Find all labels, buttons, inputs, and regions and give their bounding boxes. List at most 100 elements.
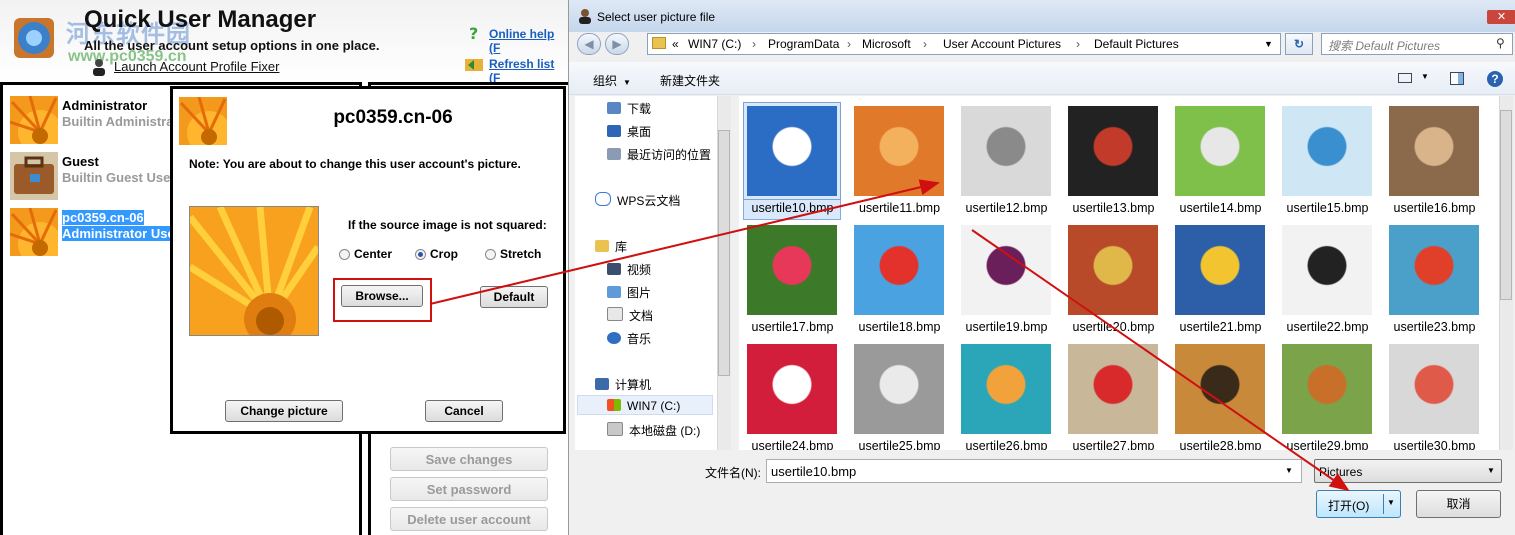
set-password-button[interactable]: Set password — [390, 477, 548, 501]
delete-user-button[interactable]: Delete user account — [390, 507, 548, 531]
user-name: Administrator — [62, 98, 148, 113]
file-name: usertile22.bmp — [1286, 320, 1369, 334]
file-name: usertile19.bmp — [965, 320, 1048, 334]
default-button[interactable]: Default — [480, 286, 548, 308]
search-input[interactable]: 搜索 Default Pictures ⚲ — [1321, 33, 1513, 55]
breadcrumb-item[interactable]: ProgramData — [768, 37, 839, 51]
nav-label: 下载 — [627, 102, 652, 116]
search-placeholder: 搜索 Default Pictures — [1328, 39, 1441, 53]
chevron-down-icon[interactable]: ▼ — [1264, 39, 1273, 49]
radio-circle — [415, 249, 426, 260]
file-name: usertile21.bmp — [1179, 320, 1262, 334]
person-icon — [579, 9, 591, 24]
breadcrumb-item[interactable]: Microsoft — [862, 37, 911, 51]
save-changes-button[interactable]: Save changes — [390, 447, 548, 471]
thumbnail-image — [1389, 225, 1479, 315]
nav-item-recent[interactable]: 最近访问的位置 — [607, 146, 711, 163]
breadcrumb-item[interactable]: Default Pictures — [1094, 37, 1179, 51]
quick-user-manager-window: 河东软件园 Quick User Manager All the user ac… — [0, 0, 568, 535]
thumbnail-image — [1175, 225, 1265, 315]
thumbnail-image — [1282, 225, 1372, 315]
nav-item-computer[interactable]: 计算机 — [595, 376, 651, 393]
address-bar[interactable]: « WIN7 (C:) › ProgramData › Microsoft › … — [647, 33, 1281, 55]
scroll-thumb[interactable] — [718, 130, 730, 376]
nav-item-music[interactable]: 音乐 — [607, 330, 651, 347]
thumbnail-image — [854, 344, 944, 434]
file-name: usertile24.bmp — [751, 439, 834, 450]
nav-item-videos[interactable]: 视频 — [607, 261, 651, 278]
chevron-down-icon[interactable]: ▼ — [1421, 72, 1429, 81]
recent-places-icon — [607, 148, 621, 160]
path-prefix: « — [672, 37, 679, 51]
nav-item-pictures[interactable]: 图片 — [607, 284, 651, 301]
pictures-icon — [607, 286, 621, 298]
user-role: Builtin Guest Use — [62, 170, 171, 185]
forward-button[interactable]: ▶ — [605, 33, 629, 55]
breadcrumb-item[interactable]: User Account Pictures — [943, 37, 1061, 51]
change-picture-button[interactable]: Change picture — [225, 400, 343, 422]
open-button[interactable]: 打开(O) ▼ — [1316, 490, 1401, 518]
preview-pane-icon[interactable] — [1450, 72, 1464, 85]
nav-item-drive-d[interactable]: 本地磁盘 (D:) — [607, 422, 700, 439]
app-title: Quick User Manager — [84, 6, 317, 33]
refresh-icon[interactable]: ↻ — [1285, 33, 1313, 55]
nav-item-libraries[interactable]: 库 — [595, 238, 627, 255]
thumbnail-image — [961, 344, 1051, 434]
view-icon[interactable] — [1398, 73, 1412, 83]
cancel-button[interactable]: Cancel — [425, 400, 503, 422]
organize-menu[interactable]: 组织 ▼ — [593, 72, 631, 89]
launch-profile-fixer-link[interactable]: Launch Account Profile Fixer — [114, 59, 279, 74]
user-item-pc0359[interactable]: pc0359.cn-06 Administrator Use — [8, 206, 178, 258]
close-button[interactable]: ✕ — [1487, 10, 1515, 24]
nav-label: 音乐 — [627, 332, 652, 346]
cancel-button[interactable]: 取消 — [1416, 490, 1501, 518]
chevron-right-icon: › — [1076, 37, 1080, 51]
chevron-down-icon[interactable]: ▼ — [1387, 498, 1395, 507]
back-button[interactable]: ◀ — [577, 33, 601, 55]
refresh-list-link[interactable]: Refresh list (F — [489, 57, 568, 85]
folder-icon — [652, 37, 666, 49]
online-help-link[interactable]: Online help (F — [489, 27, 568, 55]
stretch-radio[interactable]: Stretch — [485, 247, 541, 261]
thumbnail-image — [854, 225, 944, 315]
orange-flower-icon — [10, 96, 58, 144]
thumbnail-image — [743, 102, 841, 200]
file-name: usertile18.bmp — [858, 320, 941, 334]
app-logo-icon — [14, 18, 54, 58]
new-folder-button[interactable]: 新建文件夹 — [660, 72, 720, 89]
orange-flower-icon — [10, 208, 58, 256]
chevron-down-icon[interactable]: ▼ — [1285, 466, 1293, 475]
nav-item-downloads[interactable]: 下载 — [607, 100, 651, 117]
filetype-value: Pictures — [1319, 465, 1363, 479]
organize-label: 组织 — [593, 74, 618, 88]
library-icon — [595, 240, 609, 252]
refresh-icon — [465, 59, 483, 71]
radio-label: Crop — [430, 247, 458, 261]
thumbnail-image — [961, 225, 1051, 315]
filetype-select[interactable]: Pictures ▼ — [1314, 459, 1502, 483]
browse-button[interactable]: Browse... — [341, 285, 423, 307]
file-grid: usertile10.bmp usertile11.bmp usertile12.b… — [739, 96, 1499, 450]
file-open-dialog: Select user picture file ✕ ◀ ▶ « WIN7 (C… — [568, 0, 1515, 535]
user-name: Guest — [62, 154, 99, 169]
filename-label: 文件名(N): — [705, 466, 761, 480]
help-icon[interactable]: ? — [1487, 71, 1503, 87]
scroll-thumb[interactable] — [1500, 110, 1512, 300]
nav-item-documents[interactable]: 文档 — [607, 307, 653, 324]
open-label: 打开(O) — [1328, 499, 1370, 513]
nav-item-wps[interactable]: WPS云文档 — [595, 192, 680, 209]
nav-label: 本地磁盘 (D:) — [629, 424, 701, 438]
orange-flower-icon — [179, 97, 227, 145]
documents-icon — [607, 307, 623, 321]
breadcrumb-item[interactable]: WIN7 (C:) — [688, 37, 741, 51]
nav-item-desktop[interactable]: 桌面 — [607, 123, 651, 140]
crop-radio[interactable]: Crop — [415, 247, 458, 261]
user-item-guest[interactable]: Guest Builtin Guest Use — [8, 150, 178, 202]
filename-input[interactable]: usertile10.bmp ▼ — [766, 459, 1302, 483]
nav-label: 文档 — [629, 309, 654, 323]
help-icon: ? — [469, 25, 478, 41]
center-radio[interactable]: Center — [339, 247, 392, 261]
file-name: usertile20.bmp — [1072, 320, 1155, 334]
nav-item-drive-c[interactable]: WIN7 (C:) — [607, 399, 680, 413]
user-item-administrator[interactable]: Administrator Builtin Administra — [8, 94, 178, 146]
